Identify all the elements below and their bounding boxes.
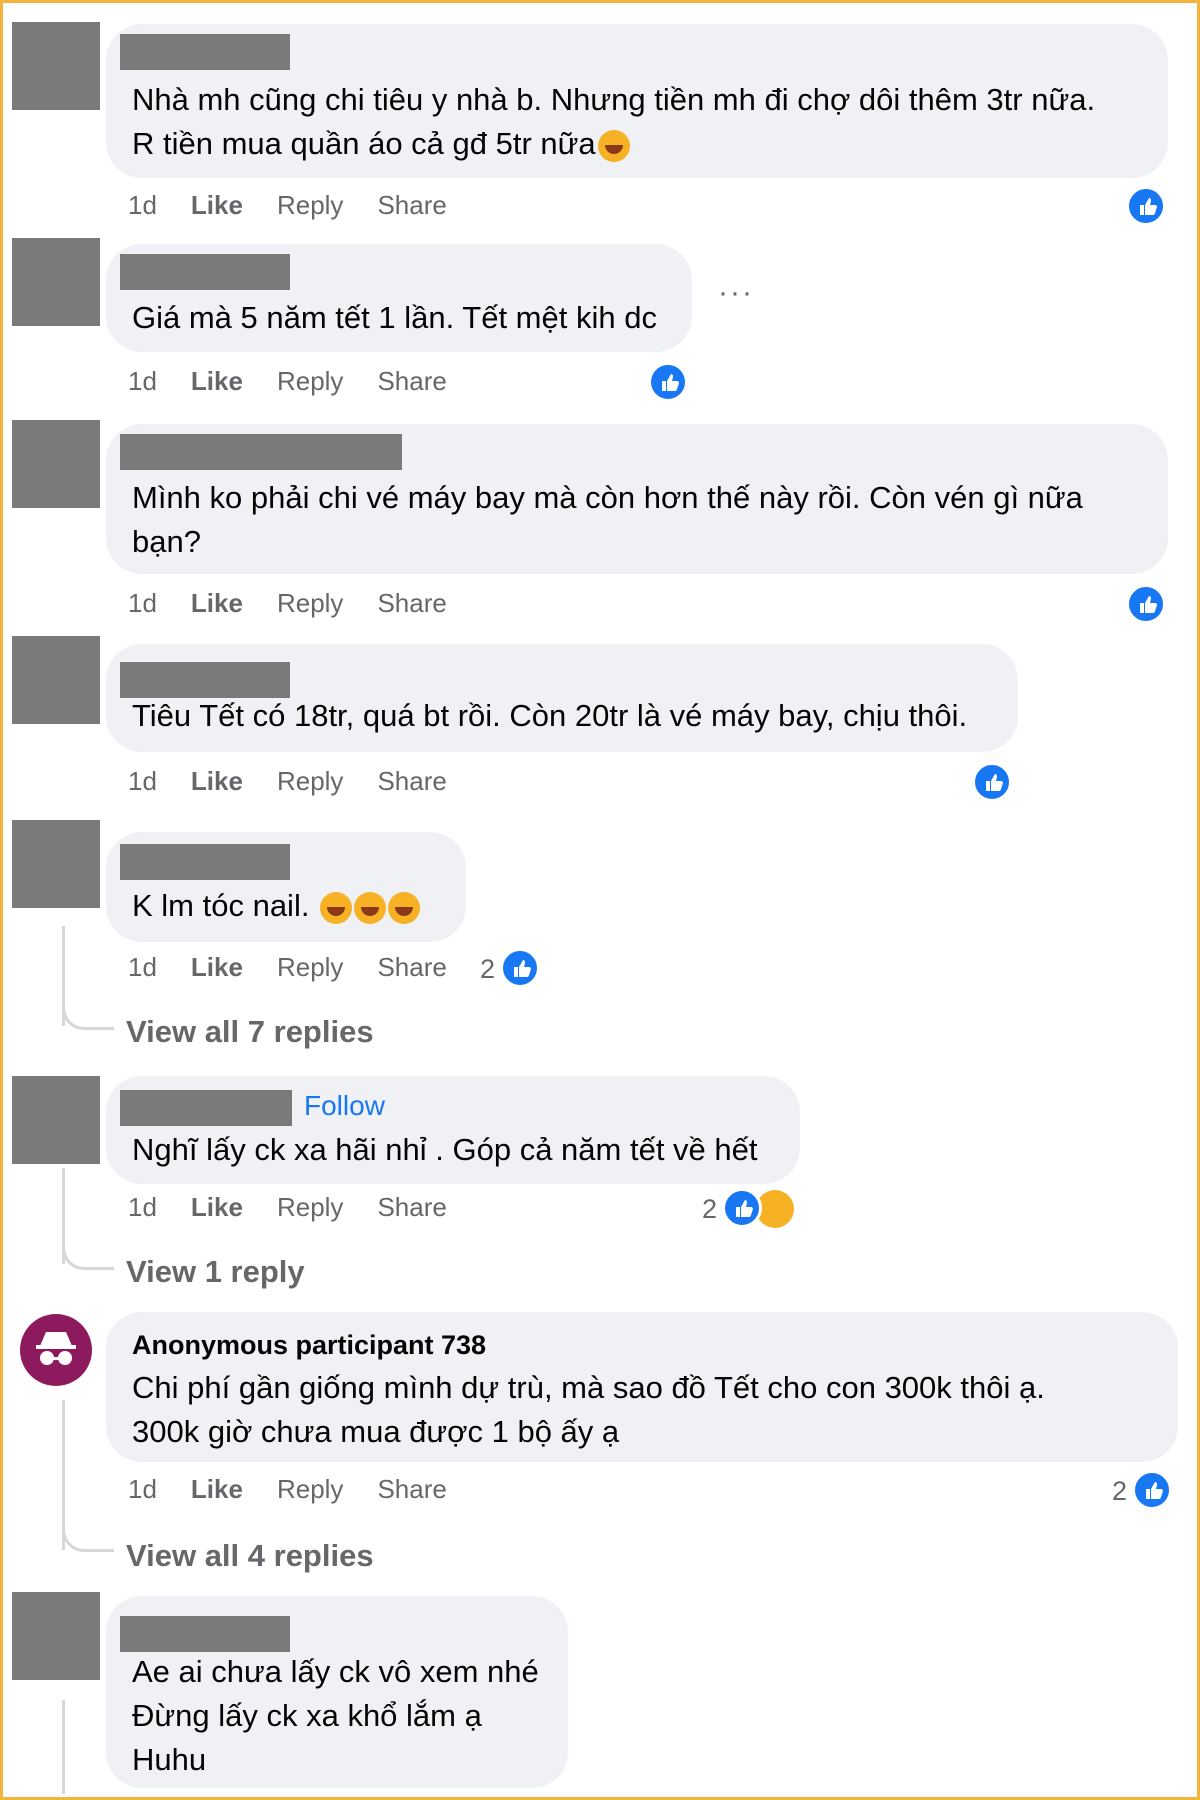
avatar-redacted[interactable] <box>12 636 100 724</box>
reply-button[interactable]: Reply <box>277 1474 343 1505</box>
comment-actions: 1d Like Reply Share <box>128 190 481 221</box>
comment-text: Nhà mh cũng chi tiêu y nhà b. Nhưng tiền… <box>132 82 1096 162</box>
timestamp[interactable]: 1d <box>128 766 157 797</box>
avatar-redacted[interactable] <box>12 420 100 508</box>
comment-text: Nghĩ lấy ck xa hãi nhỉ . Góp cả năm tết … <box>132 1132 758 1167</box>
comment-text: Ae ai chưa lấy ck vô xem nhé Đừng lấy ck… <box>132 1654 539 1777</box>
author-name[interactable]: Anonymous participant 738 <box>132 1330 486 1361</box>
timestamp[interactable]: 1d <box>128 1474 157 1505</box>
author-name-redacted[interactable] <box>120 662 290 698</box>
comment-text: Chi phí gần giống mình dự trù, mà sao đồ… <box>132 1370 1045 1449</box>
comment-text: Tiêu Tết có 18tr, quá bt rồi. Còn 20tr l… <box>132 698 968 733</box>
thread-connector <box>62 1240 114 1270</box>
laughing-emoji-icon <box>597 129 630 162</box>
share-button[interactable]: Share <box>377 1474 446 1505</box>
reply-button[interactable]: Reply <box>277 190 343 221</box>
like-reaction-icon[interactable] <box>648 362 688 402</box>
comment-actions: 1d Like Reply Share <box>128 1192 481 1223</box>
like-reaction-icon[interactable] <box>1126 584 1166 624</box>
comment-bubble: Nhà mh cũng chi tiêu y nhà b. Nhưng tiền… <box>106 24 1168 178</box>
like-button[interactable]: Like <box>191 588 243 619</box>
timestamp[interactable]: 1d <box>128 952 157 983</box>
like-reaction-icon[interactable] <box>972 762 1012 802</box>
reply-button[interactable]: Reply <box>277 366 343 397</box>
incognito-icon <box>20 1314 92 1386</box>
thread-connector <box>62 1000 114 1030</box>
like-button[interactable]: Like <box>191 1192 243 1223</box>
avatar-redacted[interactable] <box>12 1076 100 1164</box>
comment-bubble: Anonymous participant 738 Chi phí gần gi… <box>106 1312 1178 1462</box>
avatar-redacted[interactable] <box>12 22 100 110</box>
reply-button[interactable]: Reply <box>277 588 343 619</box>
comment-bubble: Tiêu Tết có 18tr, quá bt rồi. Còn 20tr l… <box>106 644 1018 752</box>
comment-text: K lm tóc nail. <box>132 884 421 928</box>
like-button[interactable]: Like <box>191 952 243 983</box>
author-name-redacted[interactable] <box>120 254 290 290</box>
share-button[interactable]: Share <box>377 366 446 397</box>
like-reaction-icon[interactable] <box>500 948 540 988</box>
share-button[interactable]: Share <box>377 588 446 619</box>
like-button[interactable]: Like <box>191 1474 243 1505</box>
author-name-redacted[interactable] <box>120 434 402 470</box>
like-button[interactable]: Like <box>191 366 243 397</box>
like-button[interactable]: Like <box>191 190 243 221</box>
comment-actions: 1d Like Reply Share <box>128 1474 481 1505</box>
thread-line <box>62 1700 65 1794</box>
comment-bubble: Giá mà 5 năm tết 1 lần. Tết mệt kih dc <box>106 244 692 352</box>
view-replies-link[interactable]: View all 4 replies <box>126 1538 374 1574</box>
comment-text: Mình ko phải chi vé máy bay mà còn hơn t… <box>132 480 1083 559</box>
like-reaction-icon[interactable] <box>1132 1470 1172 1510</box>
like-reaction-icon[interactable] <box>722 1188 762 1228</box>
reply-button[interactable]: Reply <box>277 766 343 797</box>
laughing-emoji-icon <box>388 891 421 924</box>
share-button[interactable]: Share <box>377 1192 446 1223</box>
laughing-emoji-icon <box>354 891 387 924</box>
follow-link[interactable]: Follow <box>304 1090 385 1122</box>
reply-button[interactable]: Reply <box>277 1192 343 1223</box>
reply-button[interactable]: Reply <box>277 952 343 983</box>
reaction-count[interactable]: 2 <box>702 1194 717 1225</box>
reaction-count[interactable]: 2 <box>1112 1476 1127 1507</box>
avatar-redacted[interactable] <box>12 238 100 326</box>
comment-actions: 1d Like Reply Share <box>128 366 481 397</box>
laughing-emoji-icon <box>320 891 353 924</box>
anonymous-avatar[interactable] <box>20 1314 92 1386</box>
view-replies-link[interactable]: View 1 reply <box>126 1254 305 1290</box>
author-name-redacted[interactable] <box>120 1616 290 1652</box>
share-button[interactable]: Share <box>377 766 446 797</box>
view-replies-link[interactable]: View all 7 replies <box>126 1014 374 1050</box>
like-button[interactable]: Like <box>191 766 243 797</box>
comment-actions: 1d Like Reply Share <box>128 588 481 619</box>
comment-bubble: Mình ko phải chi vé máy bay mà còn hơn t… <box>106 424 1168 574</box>
comment-actions: 1d Like Reply Share <box>128 952 481 983</box>
author-name-redacted[interactable] <box>120 844 290 880</box>
comment-actions: 1d Like Reply Share <box>128 766 481 797</box>
thread-connector <box>62 1522 114 1552</box>
avatar-redacted[interactable] <box>12 820 100 908</box>
timestamp[interactable]: 1d <box>128 588 157 619</box>
share-button[interactable]: Share <box>377 190 446 221</box>
avatar-redacted[interactable] <box>12 1592 100 1680</box>
comment-text: Giá mà 5 năm tết 1 lần. Tết mệt kih dc <box>132 300 657 335</box>
comment-bubble: K lm tóc nail. <box>106 832 466 942</box>
like-reaction-icon[interactable] <box>1126 186 1166 226</box>
reaction-count[interactable]: 2 <box>480 954 495 985</box>
author-name-redacted[interactable] <box>120 1090 292 1126</box>
share-button[interactable]: Share <box>377 952 446 983</box>
comment-bubble: Follow Nghĩ lấy ck xa hãi nhỉ . Góp cả n… <box>106 1076 800 1184</box>
comment-bubble: Ae ai chưa lấy ck vô xem nhé Đừng lấy ck… <box>106 1596 568 1788</box>
more-options-button[interactable]: ··· <box>718 276 754 310</box>
timestamp[interactable]: 1d <box>128 190 157 221</box>
author-name-redacted[interactable] <box>120 34 290 70</box>
timestamp[interactable]: 1d <box>128 1192 157 1223</box>
timestamp[interactable]: 1d <box>128 366 157 397</box>
